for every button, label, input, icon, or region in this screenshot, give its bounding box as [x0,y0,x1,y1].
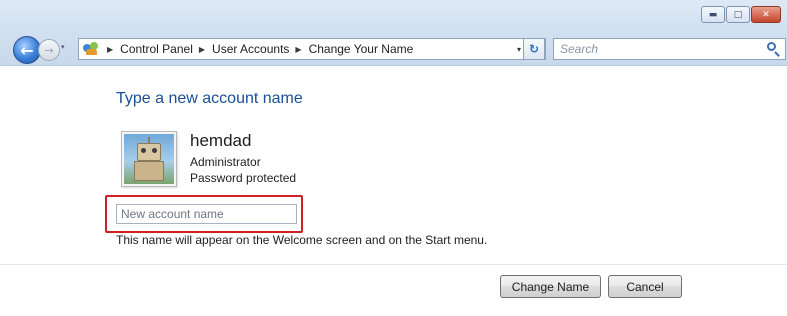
divider [0,264,787,265]
forward-arrow-icon: → [44,43,54,57]
minimize-button[interactable]: ▬ [701,6,725,23]
refresh-icon: ↻ [528,42,540,56]
user-password-status: Password protected [190,171,297,185]
refresh-button[interactable]: ↻ [523,38,545,60]
breadcrumb-control-panel[interactable]: Control Panel [120,42,193,56]
breadcrumb-user-accounts[interactable]: User Accounts [212,42,289,56]
title-bar: ▬ □ ✕ ← → ▾ ▶ Control Panel ▶ User Accou… [0,0,787,66]
avatar [121,131,177,187]
window-controls: ▬ □ ✕ [701,6,781,23]
page-title: Type a new account name [116,90,303,107]
chevron-right-icon[interactable]: ▶ [199,45,205,54]
cancel-button[interactable]: Cancel [608,275,682,298]
back-button[interactable]: ← [13,36,41,64]
robot-avatar-icon [124,134,174,184]
user-name: hemdad [190,131,252,150]
change-name-window: ▬ □ ✕ ← → ▾ ▶ Control Panel ▶ User Accou… [0,0,787,316]
chevron-right-icon[interactable]: ▶ [295,45,301,54]
breadcrumb-change-your-name[interactable]: Change Your Name [309,42,414,56]
chevron-right-icon[interactable]: ▶ [107,45,113,54]
control-panel-icon [83,41,101,57]
change-name-button[interactable]: Change Name [500,275,601,298]
search-icon[interactable] [765,41,781,57]
maximize-button[interactable]: □ [726,6,750,23]
main-content: Type a new account name hemdad Administr… [0,67,787,316]
search-input[interactable] [560,40,765,58]
back-arrow-icon: ← [20,40,34,60]
breadcrumb: ▶ Control Panel ▶ User Accounts ▶ Change… [101,42,413,56]
recent-pages-dropdown[interactable]: ▾ [61,43,65,51]
hint-text: This name will appear on the Welcome scr… [116,233,488,247]
forward-button[interactable]: → [38,39,60,61]
address-dropdown-icon[interactable]: ▾ [517,45,521,54]
user-role: Administrator [190,155,261,169]
search-box[interactable] [553,38,786,60]
address-bar[interactable]: ▶ Control Panel ▶ User Accounts ▶ Change… [78,38,546,60]
new-account-name-input[interactable] [116,204,297,224]
close-button[interactable]: ✕ [751,6,781,23]
